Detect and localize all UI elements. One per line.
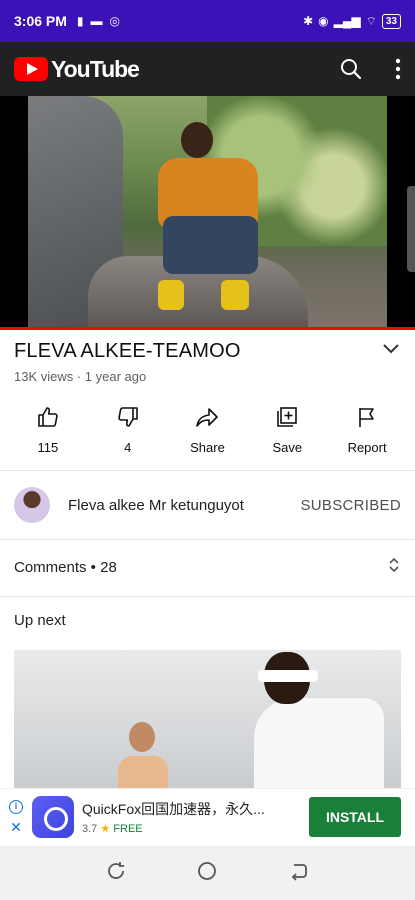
back-icon[interactable] <box>288 860 310 887</box>
comments-label: Comments • 28 <box>14 558 117 576</box>
expand-collapse-icon[interactable] <box>387 555 401 579</box>
home-icon[interactable] <box>196 860 218 887</box>
like-count: 115 <box>37 440 59 455</box>
video-progress-bar[interactable] <box>0 327 415 330</box>
youtube-play-icon <box>14 57 48 81</box>
dislike-button[interactable]: 4 <box>93 405 163 455</box>
up-next-heading: Up next <box>14 612 66 629</box>
wifi-icon: ⌔ <box>365 13 377 28</box>
video-player[interactable] <box>0 96 415 330</box>
save-label: Save <box>272 440 303 455</box>
like-button[interactable]: 115 <box>13 405 83 455</box>
subscribe-button[interactable]: SUBSCRIBED <box>300 497 401 514</box>
ad-text[interactable]: QuickFox回国加速器，永久... 3.7 ★ FREE <box>82 799 309 835</box>
hotspot-icon: ◉ <box>318 14 329 28</box>
sim-icon: ▮ <box>76 14 84 28</box>
ad-controls: i ✕ <box>0 789 32 845</box>
divider <box>0 539 415 540</box>
thumbs-up-icon <box>36 405 60 432</box>
status-bar: 3:06 PM ▮ ▬ ◎ ✱ ◉ ▂▄▆ ⌔ 33 <box>0 0 415 42</box>
add-to-playlist-icon <box>275 405 299 432</box>
save-button[interactable]: Save <box>252 405 322 455</box>
ad-rating: 3.7 <box>82 822 98 835</box>
thumbs-down-icon <box>116 405 140 432</box>
share-label: Share <box>190 440 225 455</box>
video-actions: 115 4 Share Save Report <box>0 405 415 455</box>
video-frame <box>28 96 387 330</box>
edge-panel-handle[interactable] <box>407 186 415 272</box>
status-time: 3:06 PM <box>14 13 67 29</box>
channel-name[interactable]: Fleva alkee Mr ketunguyot <box>68 497 300 514</box>
up-next-thumbnail[interactable] <box>14 650 401 790</box>
ad-info-icon[interactable]: i <box>9 799 23 814</box>
channel-row[interactable]: Fleva alkee Mr ketunguyot SUBSCRIBED <box>0 472 415 538</box>
ad-subtitle: 3.7 ★ FREE <box>82 822 309 835</box>
recents-icon[interactable] <box>105 860 127 887</box>
vpn-icon: ◎ <box>109 14 121 28</box>
status-indicators: ✱ ◉ ▂▄▆ ⌔ 33 <box>303 13 401 29</box>
report-label: Report <box>347 440 387 455</box>
dislike-count: 4 <box>124 440 132 455</box>
install-button[interactable]: INSTALL <box>309 796 401 837</box>
video-info: FLEVA ALKEE-TEAMOO 13K views · 1 year ag… <box>14 340 401 384</box>
divider <box>0 596 415 597</box>
star-icon: ★ <box>100 822 111 835</box>
ad-close-icon[interactable]: ✕ <box>10 820 22 834</box>
more-options-icon[interactable] <box>395 58 401 80</box>
thumbnail-figure <box>244 650 384 790</box>
youtube-wordmark: YouTube <box>51 55 140 82</box>
search-icon[interactable] <box>339 57 363 81</box>
app-top-bar: YouTube <box>0 42 415 96</box>
video-meta: 13K views · 1 year ago <box>14 369 147 384</box>
message-icon: ▬ <box>90 14 103 28</box>
divider <box>0 470 415 471</box>
flag-icon <box>355 405 379 432</box>
battery-icon: 33 <box>381 13 401 29</box>
ad-app-icon[interactable] <box>32 795 74 838</box>
signal-icon: ▂▄▆ <box>333 14 361 28</box>
report-button[interactable]: Report <box>332 405 402 455</box>
bluetooth-icon: ✱ <box>303 14 314 28</box>
share-icon <box>195 405 219 432</box>
ad-price: FREE <box>113 822 143 835</box>
video-title: FLEVA ALKEE-TEAMOO <box>14 340 241 362</box>
ad-banner[interactable]: i ✕ QuickFox回国加速器，永久... 3.7 ★ FREE INSTA… <box>0 788 415 844</box>
share-button[interactable]: Share <box>172 405 242 455</box>
system-nav-bar <box>0 846 415 900</box>
comments-section[interactable]: Comments • 28 <box>0 548 415 586</box>
youtube-logo[interactable]: YouTube <box>14 55 140 83</box>
ad-title: QuickFox回国加速器，永久... <box>82 800 265 817</box>
channel-avatar[interactable] <box>14 487 50 523</box>
thumbnail-figure <box>114 722 174 790</box>
expand-description-icon[interactable] <box>381 342 401 361</box>
video-subject <box>153 118 273 328</box>
